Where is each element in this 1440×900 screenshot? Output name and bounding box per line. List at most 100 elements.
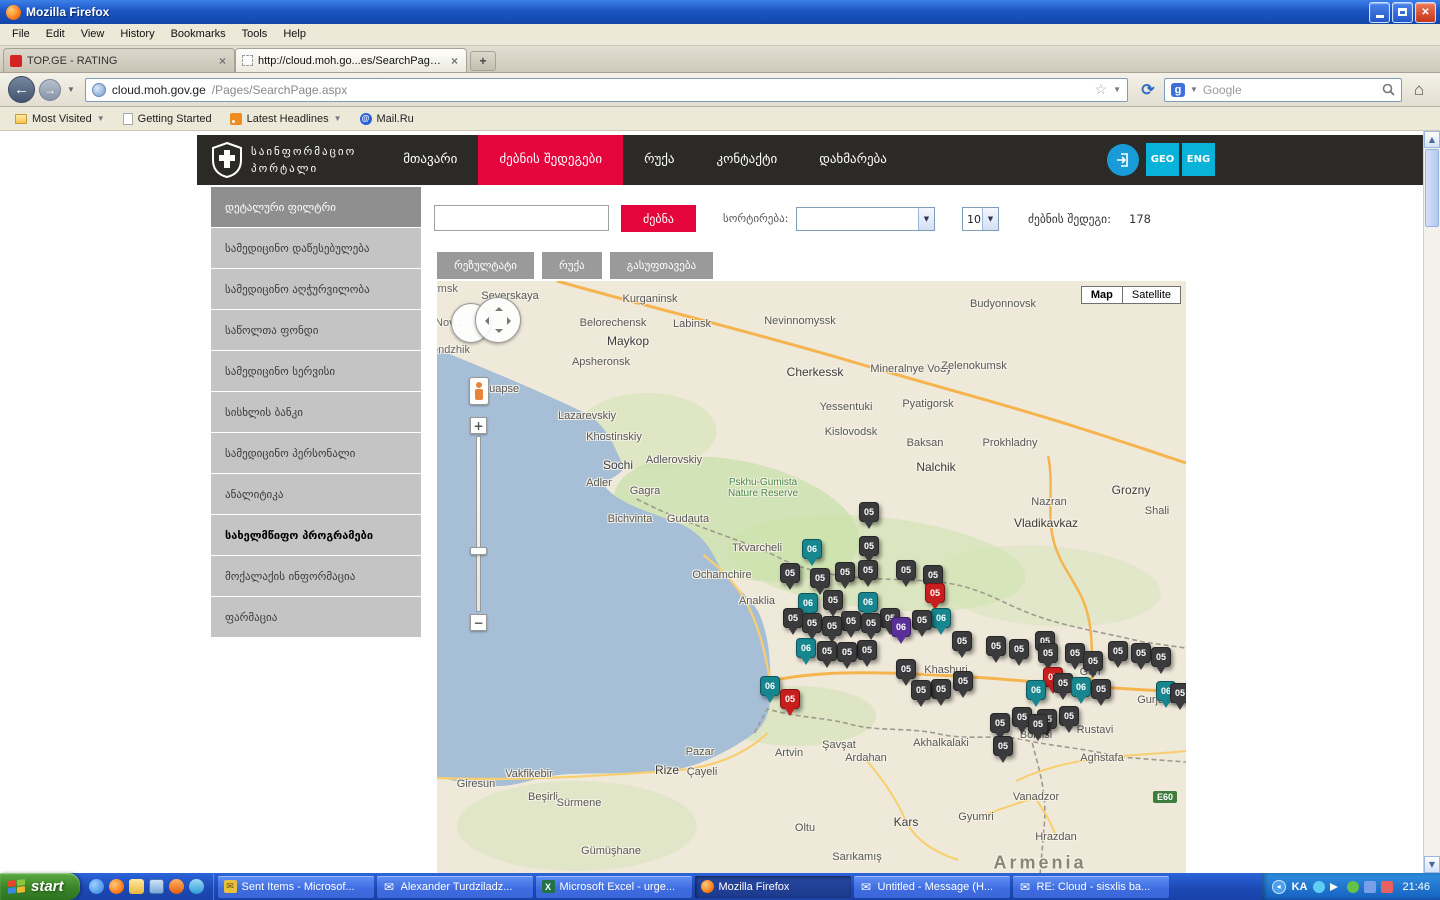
close-button[interactable]: ✕ (1415, 2, 1436, 23)
map-pin[interactable]: 05 (857, 640, 877, 660)
tab-close-icon[interactable]: × (217, 54, 228, 68)
sidebar-item[interactable]: დეტალური ფილტრი (211, 187, 421, 227)
map-mode-map-button[interactable]: Map (1081, 286, 1123, 304)
map-pin[interactable]: 05 (912, 610, 932, 630)
sidebar-item[interactable]: ფარმაცია (211, 597, 421, 637)
pegman-control[interactable] (469, 377, 489, 405)
minimize-button[interactable] (1369, 2, 1390, 23)
nav-item[interactable]: დახმარება (798, 135, 908, 185)
search-bar[interactable]: ▼ Google (1164, 78, 1402, 102)
media-player-icon[interactable] (169, 879, 184, 894)
map-pin[interactable]: 05 (858, 560, 878, 580)
sidebar-item[interactable]: ანალიტიკა (211, 474, 421, 514)
menu-history[interactable]: History (112, 24, 162, 45)
bookmark-most-visited[interactable]: Most Visited▼ (6, 107, 114, 130)
map-pin[interactable]: 05 (859, 502, 879, 522)
scroll-down-icon[interactable]: ▼ (1424, 856, 1440, 873)
bookmark-star-icon[interactable]: ☆ (1095, 81, 1108, 98)
nav-item[interactable]: რუქა (623, 135, 695, 185)
sidebar-item[interactable]: სამედიცინო აღჭურვილობა (211, 269, 421, 309)
menu-help[interactable]: Help (275, 24, 314, 45)
map-pin[interactable]: 05 (986, 636, 1006, 656)
map-pan-control[interactable] (451, 295, 525, 357)
map-pin[interactable]: 05 (1083, 651, 1103, 671)
map-pin[interactable]: 05 (1091, 679, 1111, 699)
map-pin[interactable]: 05 (1059, 706, 1079, 726)
map-pin[interactable]: 05 (802, 613, 822, 633)
result-tab-button[interactable]: რეზულტატი (437, 252, 534, 279)
map-pin[interactable]: 05 (780, 689, 800, 709)
map-pin[interactable]: 06 (1026, 680, 1046, 700)
map-pin[interactable]: 05 (952, 631, 972, 651)
map-pin[interactable]: 06 (1071, 677, 1091, 697)
map-pin[interactable]: 05 (1170, 683, 1186, 703)
site-search-button[interactable]: ძებნა (621, 205, 696, 232)
firefox-icon[interactable] (109, 879, 124, 894)
map-pin[interactable]: 05 (1009, 639, 1029, 659)
map-pin[interactable]: 06 (760, 676, 780, 696)
page-scrollbar[interactable]: ▲ ▼ (1423, 131, 1440, 873)
menu-bookmarks[interactable]: Bookmarks (163, 24, 234, 45)
map-pin[interactable]: 05 (780, 563, 800, 583)
new-tab-button[interactable]: + (470, 51, 496, 71)
sidebar-item[interactable]: სამედიცინო დაწესებულება (211, 228, 421, 268)
tab-close-icon[interactable]: × (449, 54, 460, 68)
map-pin[interactable]: 06 (891, 617, 911, 637)
map-pin[interactable]: 05 (861, 613, 881, 633)
internet-explorer-icon[interactable] (89, 879, 104, 894)
taskbar-task[interactable]: Sent Items - Microsof... (218, 876, 374, 898)
nav-item-active[interactable]: ძებნის შედეგები (478, 135, 623, 185)
bookmark-mail-ru[interactable]: Mail.Ru (351, 107, 423, 130)
result-tab-button[interactable]: რუქა (542, 252, 602, 279)
map-pin[interactable]: 05 (911, 680, 931, 700)
menu-view[interactable]: View (73, 24, 113, 45)
map-pin[interactable]: 05 (925, 583, 945, 603)
pan-up-icon[interactable] (495, 303, 503, 311)
sidebar-item[interactable]: სამედიცინო პერსონალი (211, 433, 421, 473)
zoom-in-button[interactable]: + (470, 417, 487, 434)
map-pin[interactable]: 05 (835, 562, 855, 582)
sidebar-item[interactable]: სახელმწიფო პროგრამები (211, 515, 421, 555)
zoom-out-button[interactable]: − (470, 614, 487, 631)
map-pin[interactable]: 06 (858, 592, 878, 612)
menu-tools[interactable]: Tools (234, 24, 276, 45)
history-dropdown-icon[interactable]: ▼ (65, 85, 77, 94)
map-pin[interactable]: 05 (783, 608, 803, 628)
map-pin[interactable]: 05 (837, 642, 857, 662)
bookmark-latest-headlines[interactable]: Latest Headlines▼ (221, 107, 351, 130)
lang-eng-button[interactable]: ENG (1182, 143, 1215, 176)
map-pin[interactable]: 05 (896, 560, 916, 580)
scrollbar-thumb[interactable] (1425, 149, 1439, 227)
window-titlebar[interactable]: Mozilla Firefox ✕ (0, 0, 1440, 24)
home-button[interactable]: ⌂ (1406, 77, 1432, 103)
reload-button[interactable]: ⟳ (1136, 78, 1160, 102)
show-desktop-icon[interactable] (149, 879, 164, 894)
start-button[interactable]: start (0, 873, 80, 900)
search-engine-dropdown-icon[interactable]: ▼ (1190, 85, 1198, 94)
menu-file[interactable]: File (4, 24, 38, 45)
result-tab-button[interactable]: გასუფთავება (610, 252, 713, 279)
scroll-up-icon[interactable]: ▲ (1424, 131, 1440, 148)
taskbar-task[interactable]: Mozilla Firefox (695, 876, 851, 898)
taskbar-task[interactable]: RE: Cloud - sisxlis ba... (1013, 876, 1169, 898)
map-pin[interactable]: 06 (796, 638, 816, 658)
map-pin[interactable]: 05 (923, 565, 943, 585)
sidebar-item[interactable]: სამედიცინო სერვისი (211, 351, 421, 391)
map-pin[interactable]: 05 (810, 568, 830, 588)
tray-update-icon[interactable] (1381, 881, 1393, 893)
taskbar-task[interactable]: Microsoft Excel - urge... (536, 876, 692, 898)
pan-left-icon[interactable] (481, 317, 489, 325)
portal-logout-icon[interactable] (1107, 144, 1139, 176)
map-pin[interactable]: 05 (896, 659, 916, 679)
tray-messenger-icon[interactable] (1313, 881, 1325, 893)
map-pin[interactable]: 06 (931, 608, 951, 628)
map-pin[interactable]: 05 (1108, 641, 1128, 661)
sidebar-item[interactable]: საწოლთა ფონდი (211, 310, 421, 350)
tray-volume-icon[interactable] (1330, 883, 1342, 891)
sidebar-item[interactable]: მოქალაქის ინფორმაცია (211, 556, 421, 596)
map-pin[interactable]: 05 (822, 616, 842, 636)
back-button[interactable]: ← (8, 76, 35, 103)
map-pin[interactable]: 05 (993, 736, 1013, 756)
map-pin[interactable]: 05 (953, 671, 973, 691)
map-pin[interactable]: 05 (1028, 714, 1048, 734)
